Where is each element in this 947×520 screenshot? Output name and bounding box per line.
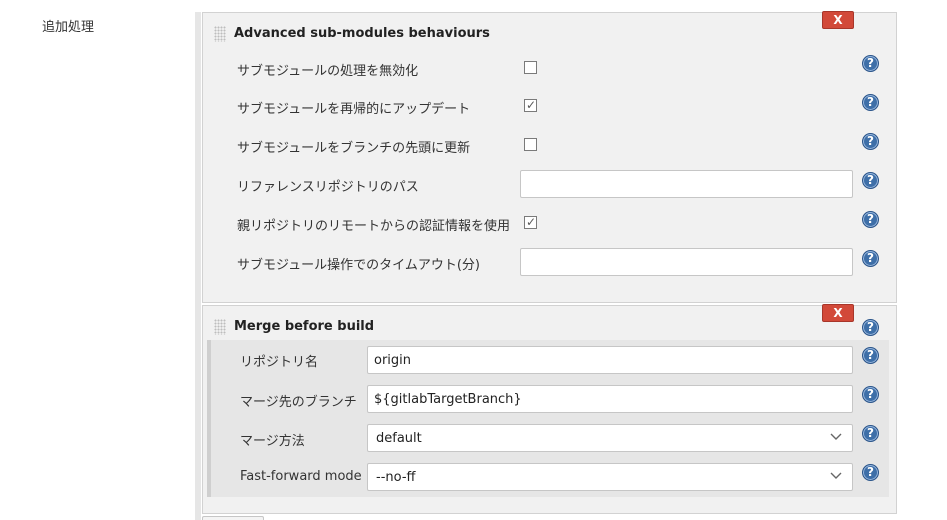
fast-forward-mode-value: --no-ff: [376, 470, 416, 485]
checkmark-icon: ✓: [526, 98, 537, 112]
reference-repo-path-input[interactable]: [520, 170, 853, 198]
disable-submodules-label: サブモジュールの処理を無効化: [237, 64, 419, 79]
checkmark-icon: ✓: [526, 215, 537, 229]
section-label: 追加処理: [42, 20, 95, 35]
chevron-down-icon: [830, 472, 842, 479]
fast-forward-mode-label: Fast-forward mode: [240, 469, 362, 484]
update-to-branch-head-checkbox[interactable]: [524, 138, 537, 151]
help-icon[interactable]: ?: [862, 133, 879, 150]
help-icon[interactable]: ?: [862, 347, 879, 364]
help-icon[interactable]: ?: [862, 94, 879, 111]
parent-credentials-checkbox[interactable]: ✓: [524, 215, 537, 229]
drag-handle-icon[interactable]: [214, 26, 226, 42]
repository-name-input[interactable]: origin: [367, 346, 853, 374]
merge-strategy-select[interactable]: default: [367, 424, 853, 452]
help-icon[interactable]: ?: [862, 172, 879, 189]
merge-target-branch-input[interactable]: ${gitlabTargetBranch}: [367, 385, 853, 413]
submodule-timeout-input[interactable]: [520, 248, 853, 276]
add-button-edge[interactable]: [202, 516, 264, 520]
chevron-down-icon: [830, 433, 842, 440]
update-to-branch-head-label: サブモジュールをブランチの先頭に更新: [237, 141, 471, 156]
help-icon[interactable]: ?: [862, 464, 879, 481]
fast-forward-mode-select[interactable]: --no-ff: [367, 463, 853, 491]
disable-submodules-checkbox[interactable]: [524, 61, 537, 74]
delete-advanced-submodules-button[interactable]: X: [822, 11, 854, 29]
section-left-rule: [195, 12, 201, 520]
help-icon[interactable]: ?: [862, 250, 879, 267]
submodule-timeout-label: サブモジュール操作でのタイムアウト(分): [237, 258, 480, 273]
help-icon[interactable]: ?: [862, 319, 879, 336]
help-icon[interactable]: ?: [862, 425, 879, 442]
repository-name-label: リポジトリ名: [240, 355, 319, 370]
delete-merge-before-build-button[interactable]: X: [822, 304, 854, 322]
help-icon[interactable]: ?: [862, 55, 879, 72]
merge-before-build-title: Merge before build: [234, 319, 375, 334]
drag-handle-icon[interactable]: [214, 319, 226, 335]
help-icon[interactable]: ?: [862, 211, 879, 228]
merge-target-branch-label: マージ先のブランチ: [240, 395, 357, 410]
parent-credentials-label: 親リポジトリのリモートからの認証情報を使用: [237, 219, 511, 234]
help-icon[interactable]: ?: [862, 386, 879, 403]
recursive-update-checkbox[interactable]: ✓: [524, 98, 537, 112]
recursive-update-label: サブモジュールを再帰的にアップデート: [237, 102, 471, 117]
merge-strategy-label: マージ方法: [240, 434, 305, 449]
advanced-submodules-title: Advanced sub-modules behaviours: [234, 26, 490, 41]
reference-repo-path-label: リファレンスリポジトリのパス: [237, 180, 419, 195]
merge-strategy-value: default: [376, 431, 422, 446]
